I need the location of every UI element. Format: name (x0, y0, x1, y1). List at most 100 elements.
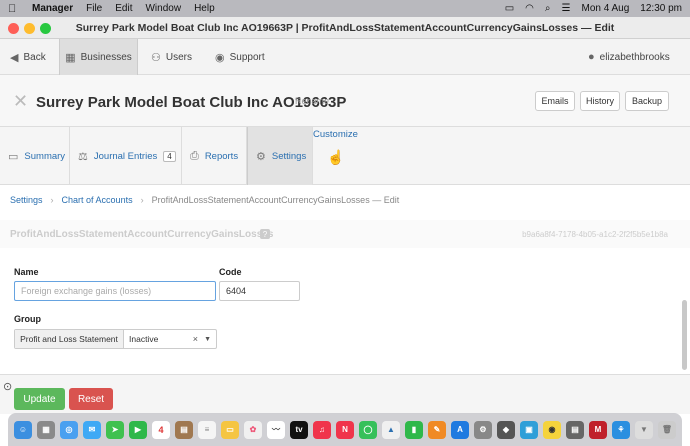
music-icon[interactable]: ♫ (313, 420, 331, 439)
menu-time[interactable]: 12:30 pm (640, 3, 682, 14)
breadcrumb-separator-icon: › (140, 195, 144, 205)
reminders-icon[interactable]: ≡ (198, 420, 216, 439)
zoom-window-button[interactable] (40, 23, 51, 34)
breadcrumb-separator-icon: › (50, 195, 54, 205)
tab-summary[interactable]: ▭ Summary (0, 127, 70, 185)
mail-icon[interactable]: ✉ (83, 420, 101, 439)
top-nav: ◀ Back ▦ Businesses ⚇ Users ◉ Support ● … (0, 39, 690, 75)
launchpad-icon[interactable]: ▦ (37, 420, 55, 439)
apple-icon[interactable]:  (8, 3, 22, 15)
form-section-title: ProfitAndLossStatementAccountCurrencyGai… (10, 228, 274, 240)
wifi-icon[interactable]: ◠ (525, 3, 534, 14)
breadcrumb-chart-of-accounts[interactable]: Chart of Accounts (62, 195, 133, 205)
downloads-icon[interactable]: ▼ (635, 420, 653, 439)
trash-icon[interactable]: 🗑 (658, 420, 676, 439)
tab-reports[interactable]: ⎙ Reports (182, 127, 247, 185)
back-arrow-icon: ◀ (10, 51, 19, 64)
menu-app-name[interactable]: Manager (32, 3, 73, 14)
scrollbar[interactable] (682, 300, 687, 370)
code-input[interactable]: 6404 (219, 281, 300, 301)
rename-link[interactable]: Rename (295, 96, 329, 106)
user-menu[interactable]: ● elizabethbrooks (588, 39, 670, 75)
help-icon[interactable]: ? (260, 229, 270, 239)
notes-icon[interactable]: ▭ (221, 420, 239, 439)
scale-icon: ⚖ (78, 150, 88, 163)
tab-customize-label: Customize (313, 129, 358, 140)
user-avatar-icon: ● (588, 51, 595, 63)
group-value-text: Inactive (129, 334, 159, 344)
breadcrumb-settings[interactable]: Settings (10, 195, 43, 205)
name-label: Name (14, 267, 39, 277)
photos-icon[interactable]: ✿ (244, 420, 262, 439)
tab-settings[interactable]: ⚙ Settings (247, 127, 313, 185)
group-label: Group (14, 314, 41, 324)
breadcrumb-current: ProfitAndLossStatementAccountCurrencyGai… (151, 195, 400, 205)
form-footer: Update Reset (0, 374, 690, 414)
back-label: Back (23, 51, 46, 63)
close-business-icon[interactable]: ✕ (13, 91, 28, 112)
search-icon[interactable]: ⌕ (545, 3, 551, 14)
contacts-icon[interactable]: ▤ (175, 420, 193, 439)
users-icon: ⚇ (151, 51, 161, 64)
freeform-icon[interactable]: 〰 (267, 420, 285, 439)
menu-help[interactable]: Help (194, 3, 215, 14)
app-store-icon[interactable]: A (451, 420, 469, 439)
pages-icon[interactable]: ✎ (428, 420, 446, 439)
building-icon: ▦ (65, 51, 76, 64)
close-window-button[interactable] (8, 23, 19, 34)
support-button[interactable]: ◉ Support (215, 39, 265, 75)
reset-button[interactable]: Reset (69, 388, 113, 410)
businesses-button[interactable]: ▦ Businesses (59, 39, 138, 75)
support-label: Support (229, 51, 265, 63)
utilities-icon[interactable]: ⚘ (612, 420, 630, 439)
battery-icon[interactable]: ▭ (505, 3, 514, 14)
news-icon[interactable]: N (336, 420, 354, 439)
keynote-icon[interactable]: ▲ (382, 420, 400, 439)
screen-share-icon[interactable]: ▣ (520, 420, 538, 439)
window-titlebar: Surrey Park Model Boat Club Inc AO19663P… (0, 17, 690, 39)
menu-file[interactable]: File (86, 3, 102, 14)
apple-tv-icon[interactable]: tv (290, 420, 308, 439)
clear-icon[interactable]: × (193, 334, 198, 344)
macos-menubar:  Manager File Edit Window Help ▭ ◠ ⌕ ☰ … (0, 0, 690, 17)
tips-icon[interactable]: ◉ (543, 420, 561, 439)
emails-button[interactable]: Emails (535, 91, 575, 111)
tab-journal-label: Journal Entries (93, 150, 158, 162)
tab-settings-label: Settings (271, 150, 307, 162)
backup-button[interactable]: Backup (625, 91, 669, 111)
users-button[interactable]: ⚇ Users (151, 39, 192, 75)
user-name: elizabethbrooks (599, 51, 670, 63)
group-select-value[interactable]: Inactive × ▼ (124, 330, 216, 348)
finder-icon[interactable]: ☺ (14, 420, 32, 439)
group-select[interactable]: Profit and Loss Statement Inactive × ▼ (14, 329, 217, 349)
maps-icon[interactable]: ➤ (106, 420, 124, 439)
numbers-icon[interactable]: ▮ (405, 420, 423, 439)
calendar-icon[interactable]: 4 (152, 420, 170, 439)
vpn-icon[interactable]: ◆ (497, 420, 515, 439)
breadcrumb: Settings › Chart of Accounts › ProfitAnd… (10, 195, 399, 205)
macos-dock: ☺ ▦ ◎ ✉ ➤ ▶ 4 ▤ ≡ ▭ ✿ 〰 tv ♫ N ◯ ▲ ▮ ✎ A… (8, 413, 682, 446)
chevron-down-icon[interactable]: ▼ (204, 336, 211, 343)
gear-icon: ⚙ (256, 150, 266, 163)
name-input[interactable]: Foreign exchange gains (losses) (14, 281, 216, 301)
facetime-icon[interactable]: ▶ (129, 420, 147, 439)
tab-summary-label: Summary (24, 150, 66, 162)
tab-journal-entries[interactable]: ⚖ Journal Entries 4 (70, 127, 182, 185)
update-button[interactable]: Update (14, 388, 65, 410)
manager-app-icon[interactable]: M (589, 420, 607, 439)
back-button[interactable]: ◀ Back (10, 39, 46, 75)
menu-window[interactable]: Window (145, 3, 181, 14)
preview-icon[interactable]: ▤ (566, 420, 584, 439)
monitor-icon: ▭ (8, 150, 19, 163)
tab-reports-label: Reports (204, 150, 239, 162)
messages-icon[interactable]: ◯ (359, 420, 377, 439)
menu-date[interactable]: Mon 4 Aug (581, 3, 629, 14)
system-settings-icon[interactable]: ⚙ (474, 420, 492, 439)
menu-edit[interactable]: Edit (115, 3, 132, 14)
game-controller-icon[interactable]: ⊙ (3, 380, 12, 393)
minimize-window-button[interactable] (24, 23, 35, 34)
safari-icon[interactable]: ◎ (60, 420, 78, 439)
printer-icon: ⎙ (190, 149, 199, 162)
history-button[interactable]: History (580, 91, 620, 111)
control-center-icon[interactable]: ☰ (562, 3, 571, 14)
